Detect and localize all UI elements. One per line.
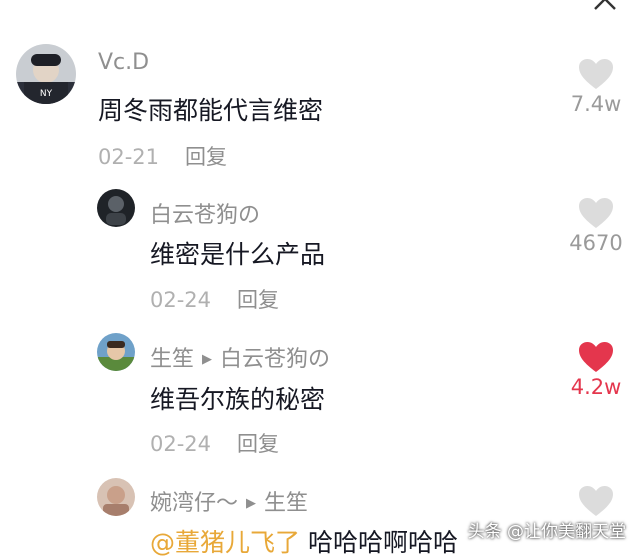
heart-icon <box>579 59 613 89</box>
comment-text: 周冬雨都能代言维密 <box>98 96 324 125</box>
reply-button[interactable]: 回复 <box>237 432 279 456</box>
like-button[interactable]: 4670 <box>566 197 626 255</box>
reply-arrow-icon: ▶ <box>246 496 257 511</box>
watermark: 头条 @让你美翻天堂 <box>467 522 626 542</box>
avatar[interactable] <box>97 478 135 516</box>
reply-to-user[interactable]: 白云苍狗の <box>220 347 330 372</box>
reply-button[interactable]: 回复 <box>185 145 227 169</box>
mention-link[interactable]: @董猪儿飞了 <box>150 528 300 557</box>
avatar[interactable] <box>97 189 135 227</box>
reply-button[interactable]: 回复 <box>237 288 279 312</box>
comment-date: 02-21 <box>98 145 160 169</box>
comment-username[interactable]: 婉湾仔～ ▶ 生笙 <box>150 485 308 517</box>
like-button[interactable]: 7.4w <box>566 58 626 116</box>
comment-meta: 02-24 回复 <box>150 428 279 458</box>
like-button[interactable]: 4.2w <box>566 341 626 399</box>
heart-icon <box>579 342 613 372</box>
avatar[interactable] <box>97 333 135 371</box>
avatar[interactable]: NY <box>16 44 76 104</box>
comment-text: 维密是什么产品 <box>150 240 326 269</box>
reply-to-user[interactable]: 生笙 <box>264 491 308 516</box>
heart-icon <box>579 486 613 516</box>
comment-date: 02-24 <box>150 288 212 312</box>
heart-icon <box>579 198 613 228</box>
reply-arrow-icon: ▶ <box>202 352 213 367</box>
like-count: 7.4w <box>570 92 622 116</box>
comment-username[interactable]: 白云苍狗の <box>150 197 260 229</box>
comment-username[interactable]: Vc.D <box>98 50 149 75</box>
like-button[interactable] <box>566 485 626 517</box>
comment-item: NY Vc.D 周冬雨都能代言维密 02-21 回复 7.4w <box>0 0 640 185</box>
comment-text: 维吾尔族的秘密 <box>150 385 326 414</box>
comment-meta: 02-21 回复 <box>98 141 227 171</box>
svg-text:NY: NY <box>40 89 53 99</box>
comment-item: 白云苍狗の 维密是什么产品 02-24 回复 4670 <box>0 185 640 325</box>
like-count: 4670 <box>569 231 623 255</box>
comment-date: 02-24 <box>150 432 212 456</box>
comment-item: 生笙 ▶ 白云苍狗の 维吾尔族的秘密 02-24 回复 4.2w <box>0 325 640 465</box>
like-count: 4.2w <box>570 375 622 399</box>
comment-meta: 02-24 回复 <box>150 284 279 314</box>
comment-text: @董猪儿飞了 哈哈哈啊哈哈 <box>150 528 458 557</box>
comment-username[interactable]: 生笙 ▶ 白云苍狗の <box>150 341 330 373</box>
